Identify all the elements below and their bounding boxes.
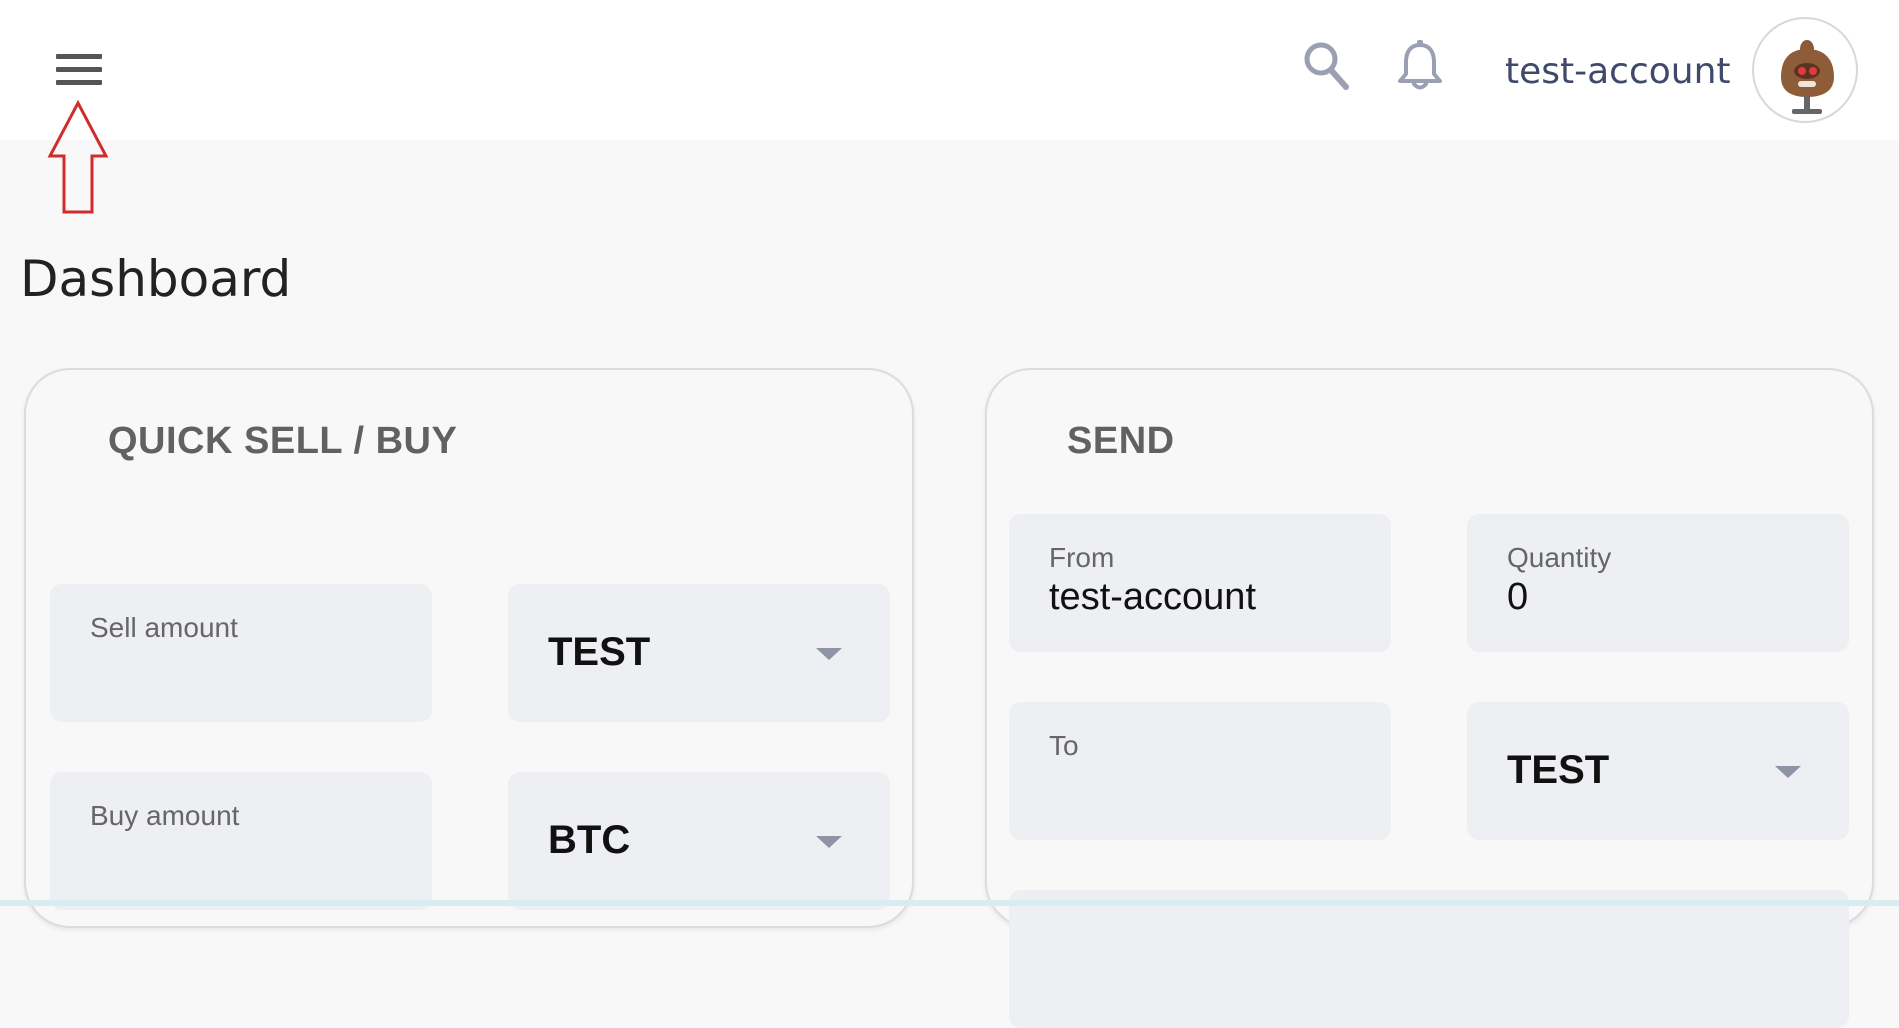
buy-currency-select[interactable]: BTC <box>508 772 890 910</box>
from-value: test-account <box>1049 576 1256 618</box>
quick-sell-buy-card: QUICK SELL / BUY Sell amount TEST Buy am… <box>24 368 914 928</box>
chevron-down-icon <box>1775 766 1801 778</box>
sell-amount-field[interactable]: Sell amount <box>50 584 432 722</box>
quantity-value: 0 <box>1507 576 1529 618</box>
bell-icon[interactable] <box>1396 38 1444 94</box>
buy-amount-label: Buy amount <box>90 800 240 831</box>
quantity-label: Quantity <box>1507 542 1612 573</box>
avatar-image <box>1781 40 1834 114</box>
annotation-arrow <box>47 100 109 214</box>
top-bar: test-account <box>0 0 1899 140</box>
menu-icon[interactable] <box>52 50 106 90</box>
to-field[interactable]: To <box>1009 702 1391 840</box>
from-field[interactable]: From test-account <box>1009 514 1391 652</box>
chevron-down-icon <box>816 648 842 660</box>
buy-currency-value: BTC <box>548 818 631 862</box>
sell-amount-label: Sell amount <box>90 612 238 643</box>
to-label: To <box>1049 730 1079 761</box>
send-currency-value: TEST <box>1507 748 1610 792</box>
bottom-strip <box>0 900 1899 906</box>
from-label: From <box>1049 542 1115 573</box>
chevron-down-icon <box>816 836 842 848</box>
send-currency-select[interactable]: TEST <box>1467 702 1849 840</box>
send-title: SEND <box>1067 420 1175 462</box>
account-name[interactable]: test-account <box>1505 50 1731 94</box>
user-avatar[interactable] <box>1752 17 1858 123</box>
send-card: SEND From test-account Quantity 0 To TES… <box>985 368 1874 1028</box>
sell-currency-select[interactable]: TEST <box>508 584 890 722</box>
sell-currency-value: TEST <box>548 630 651 674</box>
page-title: Dashboard <box>20 250 292 308</box>
quantity-field[interactable]: Quantity 0 <box>1467 514 1849 652</box>
search-icon[interactable] <box>1302 40 1350 92</box>
quick-sell-buy-title: QUICK SELL / BUY <box>108 420 458 462</box>
buy-amount-field[interactable]: Buy amount <box>50 772 432 910</box>
send-extra-field[interactable] <box>1009 890 1849 1028</box>
